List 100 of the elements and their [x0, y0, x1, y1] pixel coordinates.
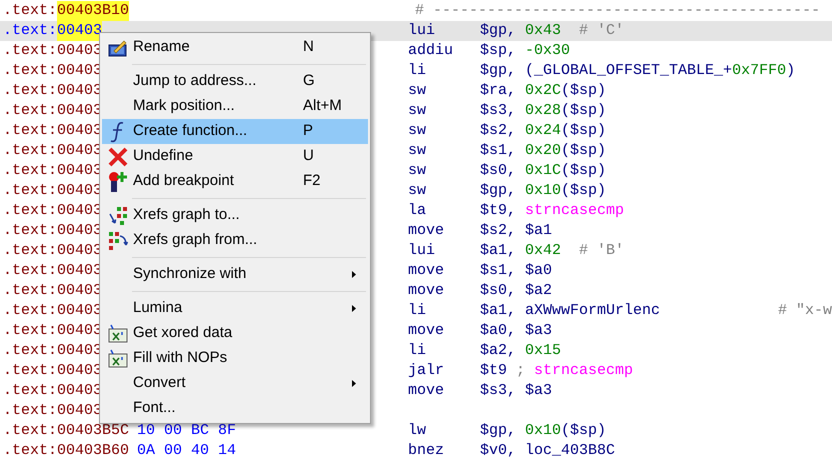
mnemonic-text: move	[408, 381, 444, 401]
operand-text: 0x20	[525, 141, 562, 161]
shortcut-text: U	[303, 146, 314, 166]
menu-item[interactable]: Xrefs graph from...	[102, 228, 368, 253]
segment-label: .text:	[3, 141, 58, 161]
segment-label: .text:	[3, 401, 58, 421]
mnemonic-text: li	[408, 301, 426, 321]
operand-text: $s0,	[480, 281, 516, 301]
operand-text: $s0,	[480, 161, 516, 181]
address-text: 00403B60	[57, 441, 130, 461]
mnemonic-text: li	[408, 61, 426, 81]
cross-icon	[108, 146, 128, 166]
mnemonic-text: bnez	[408, 441, 444, 461]
mnemonic-text: jalr	[408, 361, 444, 381]
mnemonic-text: move	[408, 321, 444, 341]
menu-item[interactable]: Convert	[102, 371, 368, 396]
mnemonic-text: sw	[408, 101, 426, 121]
mnemonic-text: move	[408, 221, 444, 241]
segment-label: .text:	[3, 261, 58, 281]
mnemonic-text: sw	[408, 181, 426, 201]
segment-label: .text:	[3, 181, 58, 201]
graph-icon	[108, 206, 128, 226]
operand-text: $a2	[525, 281, 552, 301]
operand-text: 0x1C	[525, 161, 562, 181]
address-text: 00403B10	[57, 1, 130, 21]
shortcut-text: G	[303, 71, 315, 92]
operand-text: )	[786, 61, 796, 81]
function-icon	[110, 120, 126, 142]
menu-item[interactable]: Jump to address... G	[102, 69, 368, 94]
operand-text: $a3	[525, 321, 552, 341]
menu-item[interactable]: Add breakpoint F2	[102, 169, 368, 194]
operand-text: strncasecmp	[534, 361, 634, 381]
menu-item[interactable]: Get xored data	[102, 321, 368, 346]
operand-text: ($sp)	[561, 101, 606, 121]
segment-label: .text:	[3, 381, 58, 401]
operand-text: 0x10	[525, 421, 562, 441]
byte-text: 10 00 BC 8F	[137, 421, 236, 441]
menu-item[interactable]: Mark position... Alt+M	[102, 94, 368, 119]
mnemonic-text: la	[408, 201, 426, 221]
mnemonic-text: sw	[408, 141, 426, 161]
operand-text: $s2,	[480, 221, 516, 241]
operand-text: -0x30	[525, 41, 570, 61]
breakpoint-icon	[108, 170, 128, 192]
operand-text: $a3	[525, 381, 552, 401]
menu-item[interactable]: Synchronize with	[102, 262, 368, 287]
operand-text: $a2,	[480, 341, 516, 361]
segment-label: .text:	[3, 241, 58, 261]
graph-icon	[108, 230, 128, 250]
menu-item[interactable]: Font...	[102, 396, 368, 421]
operand-text: $gp,	[480, 61, 516, 81]
menu-item[interactable]: Undefine U	[102, 144, 368, 169]
mnemonic-text: sw	[408, 81, 426, 101]
operand-text: $a0	[525, 261, 552, 281]
address-text: 00403	[57, 21, 102, 41]
operand-text: $v0,	[480, 441, 516, 461]
operand-text: $t9,	[480, 201, 516, 221]
shortcut-text: F2	[303, 171, 321, 192]
menu-item[interactable]: Lumina	[102, 296, 368, 321]
operand-text: (_GLOBAL_OFFSET_TABLE_+	[525, 61, 732, 81]
operand-text: aXWwwFormUrlenc	[525, 301, 660, 321]
operand-text: $gp,	[480, 181, 516, 201]
comment-text: # 'C'	[578, 21, 624, 41]
segment-label: .text:	[3, 281, 58, 301]
mnemonic-text: lui	[408, 241, 436, 261]
operand-text: $a1,	[480, 301, 516, 321]
mnemonic-text: sw	[408, 161, 426, 181]
operand-text: ($sp)	[561, 121, 606, 141]
segment-label: .text:	[3, 41, 58, 61]
operand-text: $s1,	[480, 141, 516, 161]
segment-label: .text:	[3, 341, 58, 361]
segment-label: .text:	[3, 421, 58, 441]
segment-label: .text:	[3, 1, 58, 21]
segment-label: .text:	[3, 61, 58, 81]
segment-label: .text:	[3, 121, 58, 141]
byte-text: 0A 00 40 14	[137, 441, 236, 461]
segment-label: .text:	[3, 81, 58, 101]
segment-label: .text:	[3, 221, 58, 241]
comment-text: # "x-w	[778, 301, 832, 321]
operand-text: $a1,	[480, 241, 516, 261]
operand-text: 0x7FF0	[732, 61, 786, 81]
menu-item[interactable]: Create function... P	[102, 119, 368, 144]
operand-text: $a0,	[480, 321, 516, 341]
segment-label: .text:	[3, 301, 58, 321]
menu-item[interactable]: Xrefs graph to...	[102, 203, 368, 228]
menu-item[interactable]: Rename N	[102, 35, 368, 60]
operand-text: ($sp)	[561, 81, 606, 101]
mnemonic-text: move	[408, 261, 444, 281]
shortcut-text: P	[303, 121, 314, 142]
operand-text: $gp,	[480, 421, 516, 441]
address-text: 00403B5C	[57, 421, 130, 441]
mnemonic-text: move	[408, 281, 444, 301]
operand-text: $s3,	[480, 101, 516, 121]
script-icon	[108, 348, 128, 368]
operand-text: $s2,	[480, 121, 516, 141]
shortcut-text: N	[303, 37, 314, 58]
operand-text: ($sp)	[561, 181, 606, 201]
operand-text: loc_403B8C	[525, 441, 616, 461]
mnemonic-text: sw	[408, 121, 426, 141]
menu-item[interactable]: Fill with NOPs	[102, 346, 368, 371]
mnemonic-text: lw	[408, 421, 426, 441]
